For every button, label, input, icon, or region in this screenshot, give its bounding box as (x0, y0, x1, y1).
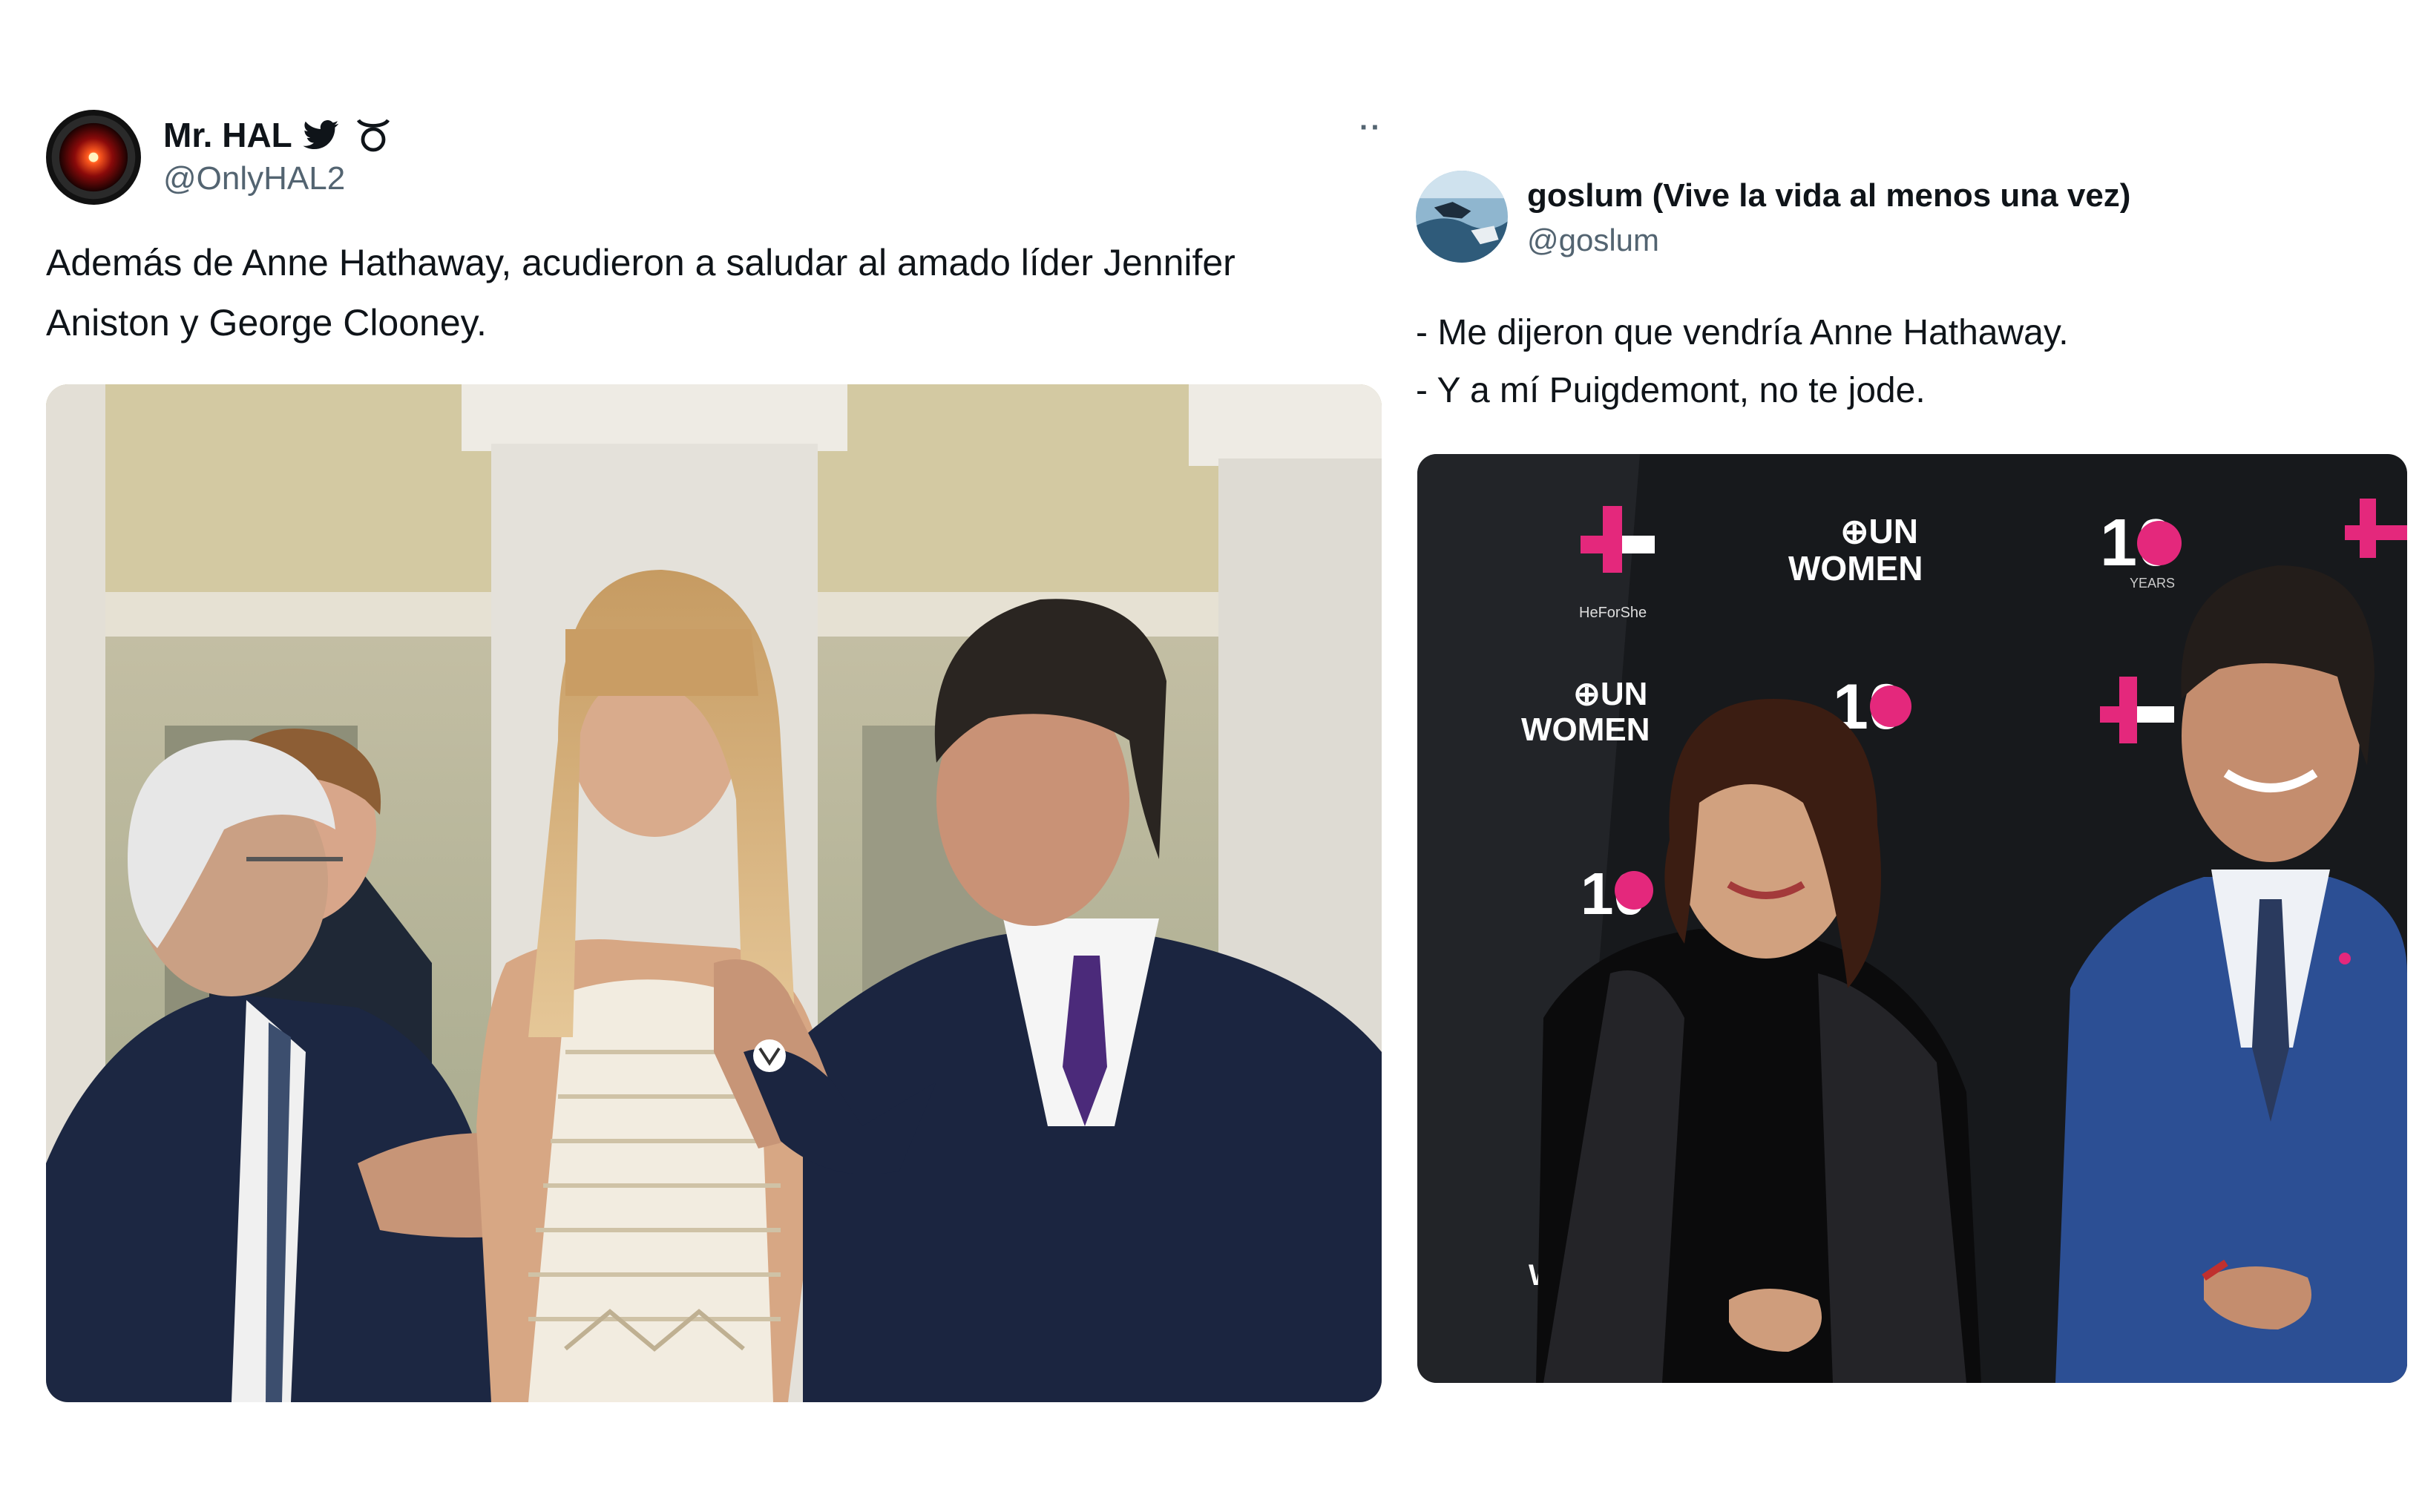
svg-text:WOMEN: WOMEN (1788, 549, 1923, 588)
svg-text:HeForShe: HeForShe (1579, 605, 1647, 621)
ten-years-logo: 10 YEARS (2100, 506, 2182, 591)
svg-text:⊕UN: ⊕UN (1840, 512, 1918, 550)
svg-text:⊕UN: ⊕UN (1573, 676, 1647, 712)
photo-un-women-event: HeForShe ⊕UN WOMEN 10 YEARS ⊕UN WOMEN (1417, 454, 2407, 1383)
photo-leaders-scene (46, 384, 1382, 1402)
tweet-text: Además de Anne Hathaway, acudieron a sal… (46, 233, 1235, 353)
tweet-photo-left[interactable] (46, 384, 1382, 1402)
tweet-right: goslum (Vive la vida al menos una vez) @… (1395, 0, 2422, 1512)
taurus-icon (356, 119, 390, 152)
svg-text:WOMEN: WOMEN (1521, 711, 1650, 748)
tweet-text: - Me dijeron que vendría Anne Hathaway. … (1416, 304, 2069, 420)
tweet-text-line: - Me dijeron que vendría Anne Hathaway. (1416, 313, 2069, 352)
more-options-icon[interactable]: ·· (1359, 111, 1382, 145)
avatar-landscape-icon (1416, 171, 1508, 263)
author-name-line: goslum (Vive la vida al menos una vez) (1527, 172, 2130, 220)
avatar-hal[interactable] (46, 110, 141, 205)
author-handle[interactable]: @OnlyHAL2 (163, 160, 345, 197)
author-handle[interactable]: @goslum (1527, 223, 1659, 258)
tweet-text-line: - Y a mí Puigdemont, no te jode. (1416, 370, 1926, 410)
tweet-left: Mr. HAL @OnlyHAL2 ·· Además de Anne Hath… (0, 0, 1395, 1512)
tweet-text-line: Aniston y George Clooney. (46, 302, 487, 344)
hal-9000-eye-icon (46, 110, 141, 205)
author-name-line: Mr. HAL (163, 111, 392, 159)
bird-icon (303, 120, 338, 149)
svg-text:YEARS: YEARS (2130, 576, 2175, 591)
display-name[interactable]: Mr. HAL (163, 115, 292, 155)
display-name[interactable]: goslum (Vive la vida al menos una vez) (1527, 177, 2130, 214)
tweet-photo-right[interactable]: HeForShe ⊕UN WOMEN 10 YEARS ⊕UN WOMEN (1417, 454, 2407, 1383)
tweet-text-line: Además de Anne Hathaway, acudieron a sal… (46, 242, 1235, 283)
avatar-goslum[interactable] (1416, 171, 1508, 263)
